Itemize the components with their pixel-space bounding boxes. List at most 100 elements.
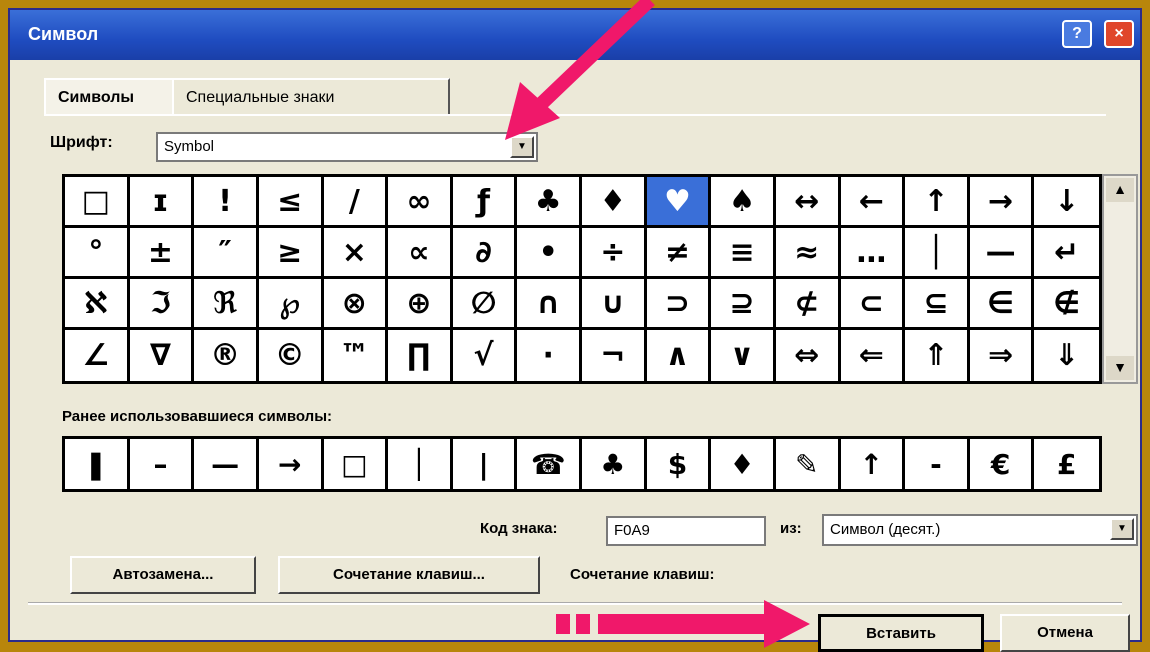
symbol-cell[interactable]: √ (453, 330, 518, 381)
symbol-cell[interactable]: ∈ (969, 279, 1035, 330)
recent-symbol-cell[interactable]: ❚ (65, 439, 130, 489)
symbol-cell[interactable]: • (517, 228, 582, 279)
help-button[interactable]: ? (1062, 20, 1092, 48)
insert-button[interactable]: Вставить (818, 614, 984, 652)
symbol-cell[interactable]: ® (194, 330, 259, 381)
recent-symbol-cell[interactable]: │ (388, 439, 453, 489)
symbol-cell[interactable]: ↓ (1034, 177, 1099, 228)
symbol-cell[interactable]: ← (840, 177, 906, 228)
symbol-cell[interactable]: ↵ (1034, 228, 1099, 279)
symbol-cell[interactable]: ⊄ (775, 279, 841, 330)
symbol-cell[interactable]: ⊗ (323, 279, 389, 330)
recent-symbol-cell[interactable]: € (970, 439, 1035, 489)
chevron-down-icon[interactable]: ▼ (510, 136, 534, 158)
recent-symbol-cell[interactable]: — (194, 439, 259, 489)
symbol-cell[interactable]: ⇓ (1034, 330, 1099, 381)
symbol-cell[interactable]: ⊃ (646, 279, 712, 330)
symbol-cell[interactable]: ∝ (388, 228, 453, 279)
tab-symbols[interactable]: Символы (44, 78, 192, 116)
symbol-cell[interactable]: ∧ (647, 330, 712, 381)
symbol-cell[interactable]: × (323, 228, 389, 279)
symbol-cell[interactable]: ∞ (388, 177, 453, 228)
recent-symbol-cell[interactable]: → (259, 439, 324, 489)
recent-symbol-cell[interactable]: ☎ (517, 439, 582, 489)
symbol-cell[interactable]: ⇔ (776, 330, 841, 381)
symbol-cell[interactable]: © (259, 330, 324, 381)
symbol-cell[interactable]: ⊂ (840, 279, 906, 330)
symbol-cell[interactable]: ≥ (258, 228, 324, 279)
scroll-up-icon[interactable]: ▲ (1106, 178, 1134, 202)
symbol-cell[interactable]: ⇑ (905, 330, 970, 381)
recent-symbol-cell[interactable]: - (905, 439, 970, 489)
recent-symbol-cell[interactable]: | (453, 439, 518, 489)
symbol-cell[interactable]: ≤ (258, 177, 324, 228)
symbol-cell[interactable]: ɪ (129, 177, 195, 228)
symbol-cell[interactable]: ° (65, 228, 130, 279)
shortcut-key-button[interactable]: Сочетание клавиш... (278, 556, 540, 594)
symbol-cell[interactable]: ÷ (582, 228, 647, 279)
scroll-down-icon[interactable]: ▼ (1106, 356, 1134, 380)
symbol-cell[interactable]: ∉ (1034, 279, 1099, 330)
symbol-cell[interactable]: ♣ (517, 177, 582, 228)
symbol-cell[interactable]: ∩ (517, 279, 582, 330)
symbol-cell[interactable]: ℵ (65, 279, 130, 330)
dialog-title: Символ (28, 24, 99, 44)
shortcut-key-text: Сочетание клавиш: (570, 566, 715, 583)
recent-symbol-cell[interactable]: $ (647, 439, 712, 489)
symbol-cell[interactable]: ℑ (129, 279, 195, 330)
symbol-cell[interactable]: ∨ (711, 330, 776, 381)
symbol-cell[interactable]: · (517, 330, 582, 381)
symbol-cell[interactable]: ∂ (452, 228, 518, 279)
recent-symbol-cell[interactable]: ♦ (711, 439, 776, 489)
symbol-cell[interactable]: ⇐ (841, 330, 906, 381)
symbol-cell[interactable]: □ (65, 177, 130, 228)
from-label: из: (780, 520, 802, 537)
symbol-cell[interactable]: ™ (324, 330, 389, 381)
symbol-cell[interactable]: ∏ (388, 330, 453, 381)
title-bar: Символ ? × (10, 10, 1140, 60)
character-code-input[interactable]: F0A9 (606, 516, 766, 546)
symbol-cell[interactable]: ¬ (582, 330, 647, 381)
symbol-cell[interactable]: ∪ (582, 279, 647, 330)
font-dropdown[interactable]: Symbol ▼ (156, 132, 538, 162)
close-button[interactable]: × (1104, 20, 1134, 48)
symbol-cell[interactable]: → (969, 177, 1035, 228)
recent-symbol-cell[interactable]: ✎ (776, 439, 841, 489)
symbol-cell[interactable]: ↔ (775, 177, 841, 228)
autocorrect-button[interactable]: Автозамена... (70, 556, 256, 594)
symbol-cell[interactable]: ♠ (711, 177, 776, 228)
symbol-cell[interactable]: ⊇ (711, 279, 776, 330)
symbol-cell[interactable]: ⇒ (970, 330, 1035, 381)
symbol-cell[interactable]: ± (129, 228, 195, 279)
symbol-cell[interactable]: ∠ (65, 330, 130, 381)
symbol-cell[interactable]: ℜ (194, 279, 259, 330)
symbol-cell[interactable]: ≈ (775, 228, 841, 279)
recent-symbol-cell[interactable]: □ (324, 439, 389, 489)
symbol-cell[interactable]: ⊆ (905, 279, 970, 330)
symbol-cell[interactable]: ƒ (452, 177, 518, 228)
symbol-cell[interactable]: — (969, 228, 1035, 279)
symbol-cell[interactable]: ≡ (711, 228, 776, 279)
symbol-cell[interactable]: / (323, 177, 389, 228)
symbol-cell[interactable]: … (840, 228, 906, 279)
symbol-cell[interactable]: ∇ (130, 330, 195, 381)
symbol-cell[interactable]: ! (194, 177, 259, 228)
symbol-cell[interactable]: ∅ (452, 279, 518, 330)
symbol-cell[interactable]: ↑ (905, 177, 970, 228)
symbol-cell[interactable]: ♦ (582, 177, 647, 228)
cancel-button[interactable]: Отмена (1000, 614, 1130, 652)
symbol-cell[interactable]: ⊕ (388, 279, 453, 330)
recent-symbol-cell[interactable]: ♣ (582, 439, 647, 489)
symbol-cell[interactable]: │ (905, 228, 970, 279)
recent-symbol-cell[interactable]: ↑ (841, 439, 906, 489)
symbol-grid-scrollbar[interactable]: ▲ ▼ (1102, 174, 1138, 384)
recent-symbol-cell[interactable]: – (130, 439, 195, 489)
chevron-down-icon[interactable]: ▼ (1110, 518, 1134, 540)
tab-special-characters[interactable]: Специальные знаки (172, 78, 450, 116)
recent-symbol-cell[interactable]: £ (1034, 439, 1099, 489)
symbol-cell[interactable]: ♥ (646, 177, 712, 228)
symbol-cell[interactable]: ″ (194, 228, 259, 279)
symbol-cell[interactable]: ℘ (258, 279, 324, 330)
symbol-cell[interactable]: ≠ (646, 228, 712, 279)
from-dropdown[interactable]: Символ (десят.) ▼ (822, 514, 1138, 546)
